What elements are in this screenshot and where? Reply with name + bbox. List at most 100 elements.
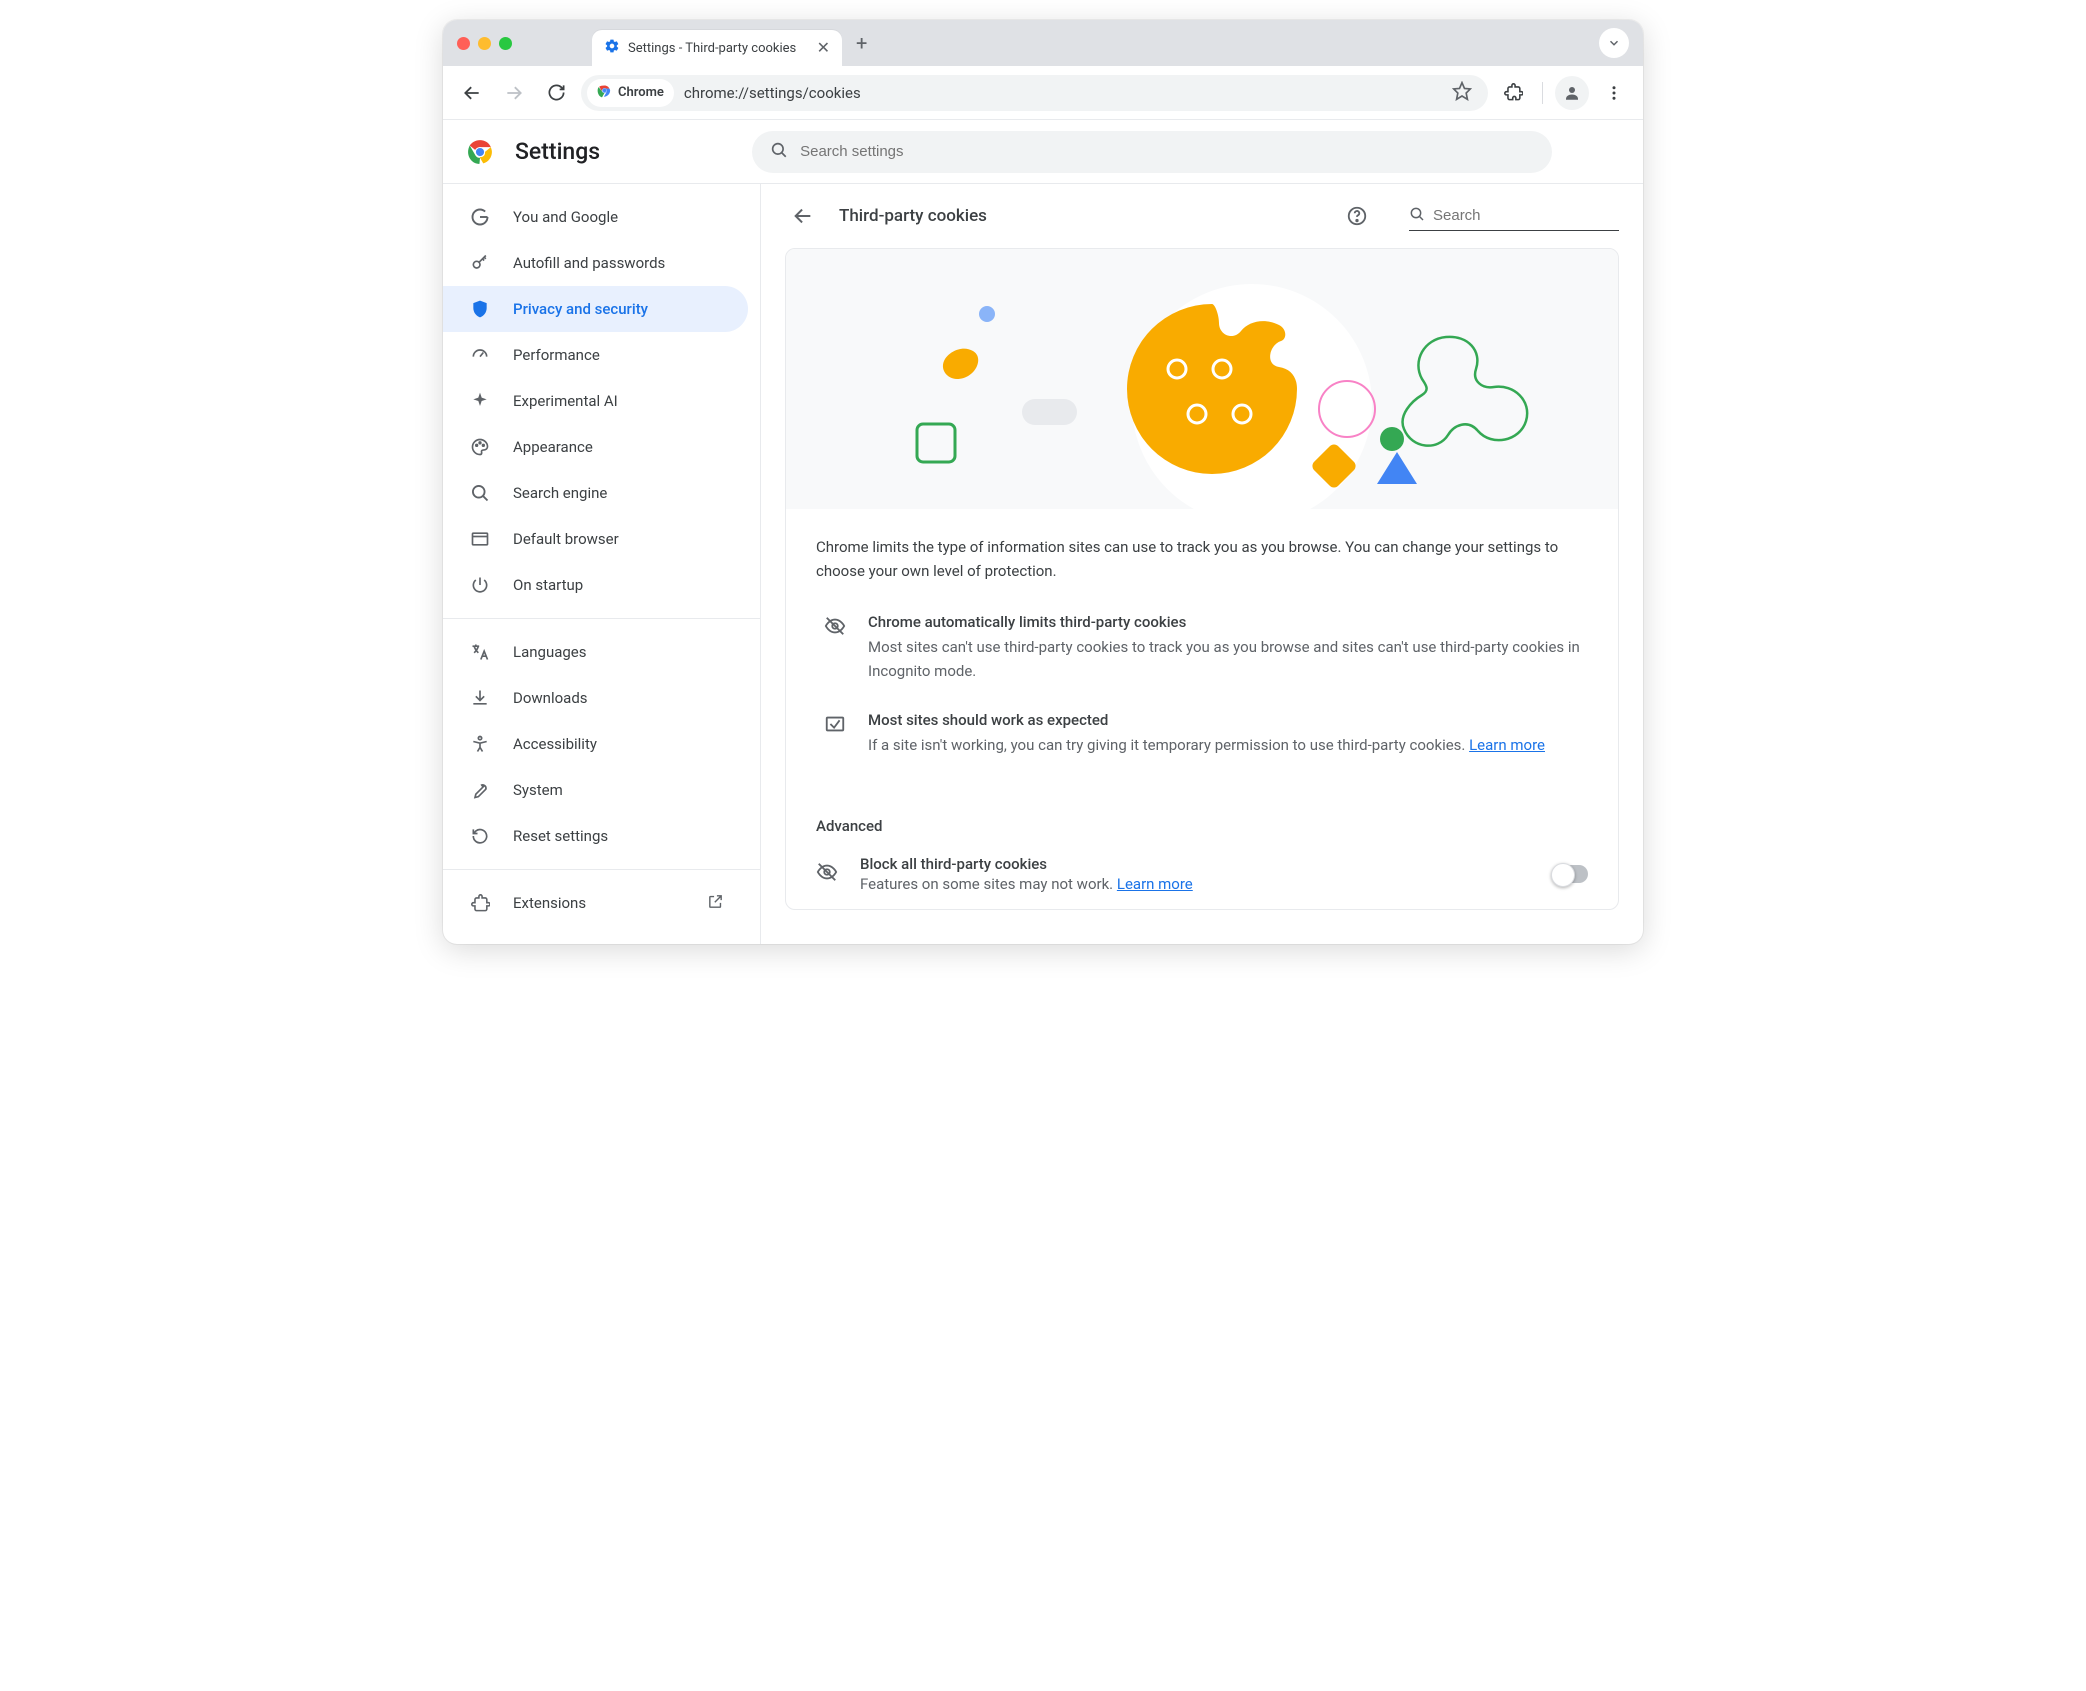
site-chip[interactable]: Chrome xyxy=(587,79,674,107)
browser-window: Settings - Third-party cookies ✕ + Chrom… xyxy=(443,20,1643,944)
power-icon xyxy=(469,575,491,595)
sidebar-item-downloads[interactable]: Downloads xyxy=(443,675,748,721)
title-bar: Settings - Third-party cookies ✕ + xyxy=(443,20,1643,66)
shield-icon xyxy=(469,299,491,319)
search-icon xyxy=(770,141,788,163)
help-button[interactable] xyxy=(1339,198,1375,234)
info-title: Most sites should work as expected xyxy=(868,711,1545,729)
page-back-button[interactable] xyxy=(785,198,821,234)
sidebar-item-label: Autofill and passwords xyxy=(513,254,665,272)
new-tab-button[interactable]: + xyxy=(856,31,867,55)
sidebar-item-label: Default browser xyxy=(513,530,619,548)
translate-icon xyxy=(469,642,491,662)
speedometer-icon xyxy=(469,345,491,365)
forward-button[interactable] xyxy=(497,76,531,110)
setting-body: Features on some sites may not work. Lea… xyxy=(860,875,1534,893)
setting-title: Block all third-party cookies xyxy=(860,855,1534,873)
eye-off-icon xyxy=(816,861,842,887)
close-tab-icon[interactable]: ✕ xyxy=(817,40,830,56)
reload-button[interactable] xyxy=(539,76,573,110)
sidebar-item-label: Search engine xyxy=(513,484,607,502)
page-title: Third-party cookies xyxy=(839,206,987,226)
sidebar-item-label: System xyxy=(513,781,563,799)
settings-card: Chrome limits the type of information si… xyxy=(785,248,1619,910)
learn-more-link[interactable]: Learn more xyxy=(1469,736,1545,754)
setting-block-all: Block all third-party cookies Features o… xyxy=(786,839,1618,909)
sidebar-item-experimental-ai[interactable]: Experimental AI xyxy=(443,378,748,424)
page-search[interactable] xyxy=(1409,201,1619,231)
separator xyxy=(443,869,760,870)
sidebar-item-search-engine[interactable]: Search engine xyxy=(443,470,748,516)
chrome-logo-icon xyxy=(467,139,493,165)
info-body: Most sites can't use third-party cookies… xyxy=(868,635,1588,683)
settings-search-input[interactable] xyxy=(800,143,1534,160)
sidebar-item-accessibility[interactable]: Accessibility xyxy=(443,721,748,767)
sidebar-item-privacy[interactable]: Privacy and security xyxy=(443,286,748,332)
sidebar-item-languages[interactable]: Languages xyxy=(443,629,748,675)
settings-main: You and Google Autofill and passwords Pr… xyxy=(443,184,1643,944)
sparkle-icon xyxy=(469,391,491,411)
sidebar-item-label: Downloads xyxy=(513,689,588,707)
key-icon xyxy=(469,253,491,273)
sidebar-item-default-browser[interactable]: Default browser xyxy=(443,516,748,562)
download-icon xyxy=(469,688,491,708)
maximize-window-button[interactable] xyxy=(499,37,512,50)
sidebar-item-on-startup[interactable]: On startup xyxy=(443,562,748,608)
search-icon xyxy=(1409,206,1425,226)
wrench-icon xyxy=(469,780,491,800)
window-controls xyxy=(457,37,512,50)
separator xyxy=(1542,82,1543,104)
sidebar-item-label: On startup xyxy=(513,576,583,594)
sidebar-item-you-and-google[interactable]: You and Google xyxy=(443,194,748,240)
palette-icon xyxy=(469,437,491,457)
tabs-dropdown-button[interactable] xyxy=(1599,28,1629,58)
sidebar-item-reset[interactable]: Reset settings xyxy=(443,813,748,859)
profile-button[interactable] xyxy=(1555,76,1589,110)
sidebar-item-system[interactable]: System xyxy=(443,767,748,813)
info-row-limits: Chrome automatically limits third-party … xyxy=(816,601,1588,699)
sidebar-item-label: Performance xyxy=(513,346,600,364)
overflow-menu-button[interactable] xyxy=(1597,76,1631,110)
bookmark-star-icon[interactable] xyxy=(1452,81,1482,105)
gear-icon xyxy=(604,38,620,58)
extensions-button[interactable] xyxy=(1496,76,1530,110)
chrome-logo-icon xyxy=(597,83,612,102)
page-search-input[interactable] xyxy=(1433,207,1632,224)
sidebar-item-appearance[interactable]: Appearance xyxy=(443,424,748,470)
checkbox-icon xyxy=(824,711,850,757)
sidebar-item-performance[interactable]: Performance xyxy=(443,332,748,378)
settings-header: Settings xyxy=(443,120,1643,184)
browser-icon xyxy=(469,529,491,549)
puzzle-icon xyxy=(469,894,491,913)
address-bar[interactable]: Chrome chrome://settings/cookies xyxy=(581,75,1488,111)
back-button[interactable] xyxy=(455,76,489,110)
sidebar-item-label: Experimental AI xyxy=(513,392,618,410)
external-link-icon xyxy=(707,893,724,914)
eye-off-icon xyxy=(824,613,850,683)
sidebar-item-autofill[interactable]: Autofill and passwords xyxy=(443,240,748,286)
close-window-button[interactable] xyxy=(457,37,470,50)
sidebar-item-label: Appearance xyxy=(513,438,593,456)
info-body: If a site isn't working, you can try giv… xyxy=(868,733,1545,757)
sidebar-item-extensions[interactable]: Extensions xyxy=(443,880,748,926)
accessibility-icon xyxy=(469,734,491,754)
block-all-toggle[interactable] xyxy=(1552,865,1588,883)
description-text: Chrome limits the type of information si… xyxy=(816,535,1588,583)
learn-more-link[interactable]: Learn more xyxy=(1117,875,1193,893)
browser-toolbar: Chrome chrome://settings/cookies xyxy=(443,66,1643,120)
content-area: Third-party cookies xyxy=(761,184,1643,944)
sidebar: You and Google Autofill and passwords Pr… xyxy=(443,184,761,944)
sidebar-item-label: You and Google xyxy=(513,208,618,226)
sidebar-item-label: Privacy and security xyxy=(513,300,648,318)
sidebar-item-label: Languages xyxy=(513,643,587,661)
reset-icon xyxy=(469,826,491,846)
browser-tab[interactable]: Settings - Third-party cookies ✕ xyxy=(592,30,842,66)
settings-search[interactable] xyxy=(752,131,1552,173)
url-text: chrome://settings/cookies xyxy=(684,84,1442,102)
minimize-window-button[interactable] xyxy=(478,37,491,50)
sidebar-item-label: Reset settings xyxy=(513,827,608,845)
info-row-works: Most sites should work as expected If a … xyxy=(816,699,1588,773)
settings-title: Settings xyxy=(515,138,600,165)
chip-label: Chrome xyxy=(618,85,664,100)
search-icon xyxy=(469,483,491,503)
